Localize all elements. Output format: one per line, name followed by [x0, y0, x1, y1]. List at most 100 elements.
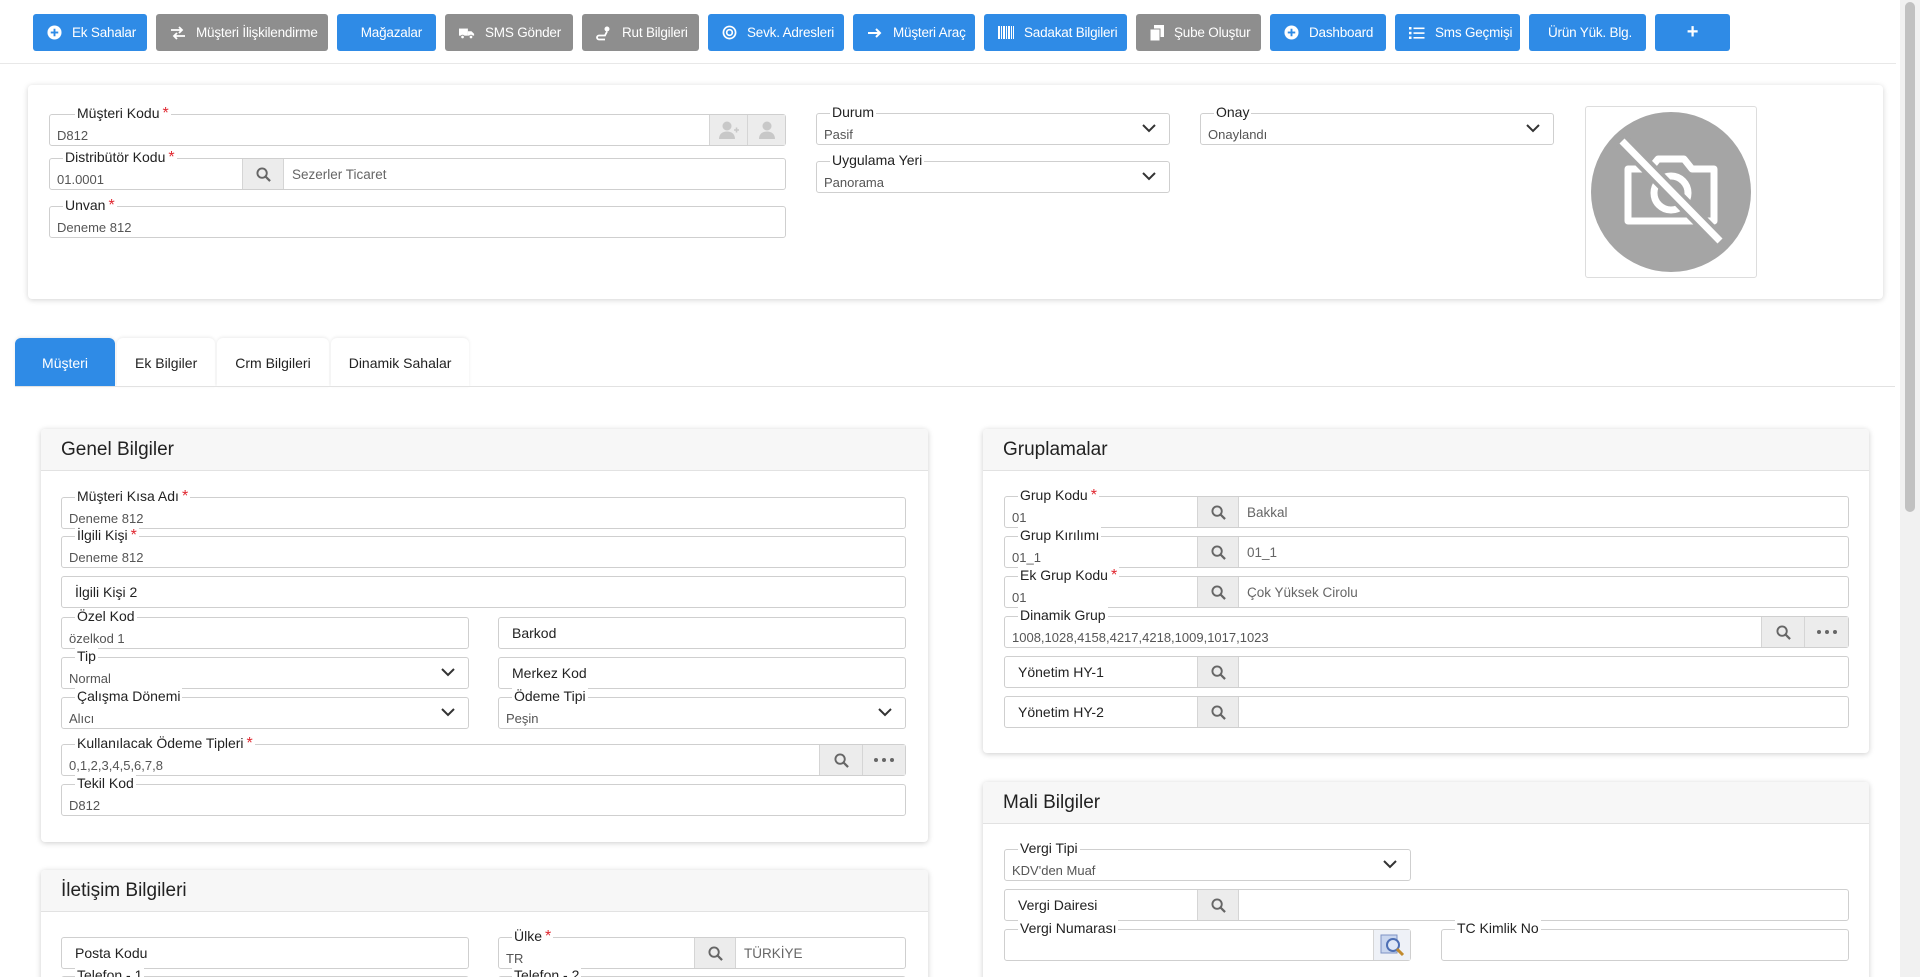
tab-musteri[interactable]: Müşteri: [15, 338, 115, 387]
ek-sahalar-button[interactable]: Ek Sahalar: [33, 14, 147, 51]
search-icon[interactable]: [1197, 657, 1239, 687]
search-icon[interactable]: [1197, 697, 1239, 727]
dinamik-grup-field[interactable]: Dinamik Grup 1008,1028,4158,4217,4218,10…: [1004, 607, 1849, 648]
odeme-tipi-select[interactable]: Ödeme Tipi Peşin: [498, 688, 906, 729]
musteri-arac-button[interactable]: Müşteri Araç: [853, 14, 975, 51]
tab-divider: [15, 386, 1895, 387]
unvan-value: Deneme 812: [57, 220, 132, 235]
barkod-field[interactable]: Barkod: [498, 617, 906, 649]
tab-ek-bilgiler[interactable]: Ek Bilgiler: [117, 338, 216, 387]
search-icon[interactable]: [1197, 537, 1239, 567]
tekil-kod-value: D812: [69, 798, 101, 813]
grup-kirilimi-field[interactable]: Grup Kırılımı 01_1 01_1: [1004, 527, 1849, 568]
more-icon[interactable]: [1804, 617, 1848, 647]
magazalar-button[interactable]: Mağazalar: [337, 14, 436, 51]
target-icon: [722, 25, 737, 41]
merkez-kod-field[interactable]: Merkez Kod: [498, 657, 906, 689]
musteri-kisa-adi-value: Deneme 812: [69, 511, 144, 526]
merkez-kod-label: Merkez Kod: [512, 665, 587, 681]
vergi-tipi-label: Vergi Tipi: [1020, 840, 1078, 856]
sms-gonder-button[interactable]: SMS Gönder: [445, 14, 573, 51]
search-icon[interactable]: [819, 745, 862, 775]
tip-label: Tip: [77, 648, 96, 664]
durum-value: Pasif: [824, 127, 853, 142]
grup-kodu-label: Grup Kodu: [1020, 487, 1088, 503]
sube-olustur-button[interactable]: Şube Oluştur: [1136, 14, 1261, 51]
sevk-adresleri-label: Sevk. Adresleri: [747, 25, 835, 40]
dinamik-grup-value: 1008,1028,4158,4217,4218,1009,1017,1023: [1012, 630, 1269, 645]
tab-crm-bilgileri[interactable]: Crm Bilgileri: [217, 338, 329, 387]
tab-dinamik-sahalar[interactable]: Dinamik Sahalar: [330, 338, 470, 387]
kullanilacak-odeme-tipleri-field[interactable]: Kullanılacak Ödeme Tipleri * 0,1,2,3,4,5,…: [61, 735, 906, 776]
yonetim-hy-1-field[interactable]: Yönetim HY-1: [1004, 656, 1849, 688]
search-icon[interactable]: [694, 938, 736, 968]
iletisim-bilgileri-title: İletişim Bilgileri: [41, 870, 928, 912]
search-icon[interactable]: [1197, 497, 1239, 527]
sevk-adresleri-button[interactable]: Sevk. Adresleri: [708, 14, 844, 51]
tax-lookup-icon[interactable]: [1373, 930, 1410, 960]
grup-kodu-value: 01: [1012, 510, 1027, 525]
search-icon[interactable]: [242, 159, 284, 189]
musteri-kodu-label: Müşteri Kodu: [77, 105, 160, 121]
list-icon: [1409, 25, 1425, 41]
more-icon[interactable]: [862, 745, 905, 775]
durum-select[interactable]: Durum Pasif: [816, 104, 1170, 145]
musteri-kodu-field[interactable]: Müşteri Kodu * D812: [49, 105, 786, 146]
calisma-donemi-select[interactable]: Çalışma Dönemi Alıcı: [61, 688, 469, 729]
dashboard-button[interactable]: Dashboard: [1270, 14, 1386, 51]
user-icon[interactable]: [747, 115, 785, 145]
ulke-field[interactable]: Ülke * TR TÜRKİYE: [498, 928, 906, 969]
vergi-dairesi-label: Vergi Dairesi: [1018, 897, 1098, 913]
vergi-dairesi-field[interactable]: Vergi Dairesi: [1004, 889, 1849, 921]
dashboard-label: Dashboard: [1309, 25, 1374, 40]
ilgili-kisi-field[interactable]: İlgili Kişi * Deneme 812: [61, 527, 906, 568]
user-plus-icon[interactable]: [709, 115, 747, 145]
tip-select[interactable]: Tip Normal: [61, 648, 469, 689]
ilgili-kisi-2-field[interactable]: İlgili Kişi 2: [61, 576, 906, 608]
grup-kodu-desc: Bakkal: [1247, 504, 1288, 520]
uygulama-yeri-select[interactable]: Uygulama Yeri Panorama: [816, 152, 1170, 193]
vergi-tipi-select[interactable]: Vergi Tipi KDV'den Muaf: [1004, 840, 1411, 881]
ilgili-kisi-value: Deneme 812: [69, 550, 144, 565]
distributor-kodu-label: Distribütör Kodu: [65, 149, 166, 165]
onay-select[interactable]: Onay Onaylandı: [1200, 104, 1554, 145]
sadakat-bilgileri-label: Sadakat Bilgileri: [1024, 25, 1118, 40]
sms-gecmisi-button[interactable]: Sms Geçmişi: [1395, 14, 1520, 51]
barkod-label: Barkod: [512, 625, 557, 641]
tekil-kod-field[interactable]: Tekil Kod D812: [61, 775, 906, 816]
distributor-kodu-field[interactable]: Distribütör Kodu * 01.0001 Sezerler Ticar…: [49, 149, 786, 190]
plus-circle-icon: [1284, 25, 1299, 41]
add-more-button[interactable]: +: [1655, 14, 1730, 51]
tc-kimlik-no-label: TC Kimlik No: [1457, 920, 1539, 936]
rut-bilgileri-label: Rut Bilgileri: [622, 25, 688, 40]
distributor-name: Sezerler Ticaret: [292, 166, 387, 182]
posta-kodu-field[interactable]: Posta Kodu: [61, 937, 469, 969]
odeme-tipi-value: Peşin: [506, 711, 539, 726]
scrollbar-thumb[interactable]: [1905, 2, 1915, 512]
rut-bilgileri-button[interactable]: Rut Bilgileri: [582, 14, 699, 51]
sadakat-bilgileri-button[interactable]: Sadakat Bilgileri: [984, 14, 1127, 51]
yonetim-hy-2-field[interactable]: Yönetim HY-2: [1004, 696, 1849, 728]
urun-yuk-blg-label: Ürün Yük. Blg.: [1548, 25, 1632, 40]
search-icon[interactable]: [1197, 577, 1239, 607]
ek-grup-kodu-field[interactable]: Ek Grup Kodu * 01 Çok Yüksek Cirolu: [1004, 567, 1849, 608]
musteri-iliskilendirme-button[interactable]: Müşteri İlişkilendirme: [156, 14, 328, 51]
musteri-kisa-adi-field[interactable]: Müşteri Kısa Adı * Deneme 812: [61, 488, 906, 529]
tc-kimlik-no-field[interactable]: TC Kimlik No: [1441, 920, 1849, 961]
urun-yuk-blg-button[interactable]: Ürün Yük. Blg.: [1529, 14, 1646, 51]
yonetim-hy-1-label: Yönetim HY-1: [1018, 664, 1104, 680]
ilgili-kisi-2-label: İlgili Kişi 2: [75, 584, 138, 600]
sms-gecmisi-label: Sms Geçmişi: [1435, 25, 1513, 40]
ek-grup-kodu-desc: Çok Yüksek Cirolu: [1247, 584, 1358, 600]
page-scrollbar[interactable]: [1900, 0, 1920, 977]
grup-kodu-field[interactable]: Grup Kodu * 01 Bakkal: [1004, 487, 1849, 528]
vergi-numarasi-field[interactable]: Vergi Numarası: [1004, 920, 1411, 961]
musteri-kodu-value: D812: [57, 128, 89, 143]
search-icon[interactable]: [1197, 890, 1239, 920]
grup-kirilimi-value: 01_1: [1012, 550, 1041, 565]
ozel-kod-field[interactable]: Özel Kod özelkod 1: [61, 608, 469, 649]
unvan-field[interactable]: Unvan * Deneme 812: [49, 197, 786, 238]
calisma-donemi-value: Alıcı: [69, 711, 95, 726]
customer-photo[interactable]: [1585, 106, 1757, 278]
search-icon[interactable]: [1761, 617, 1804, 647]
